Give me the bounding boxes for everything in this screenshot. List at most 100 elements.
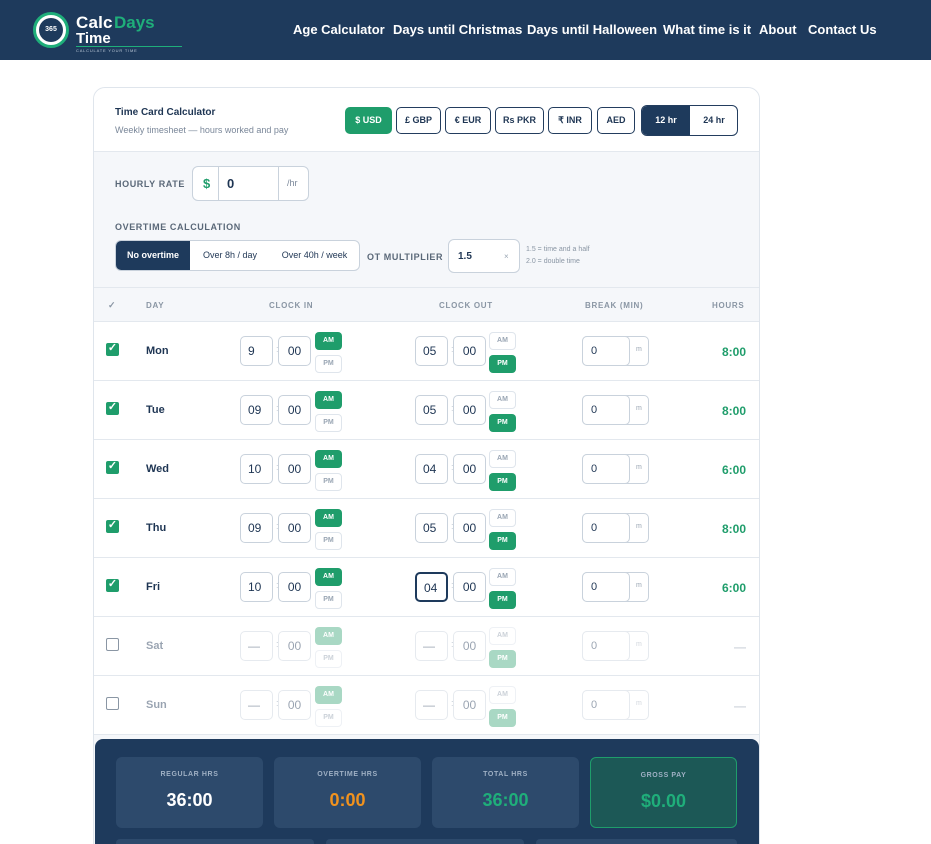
ot-multiplier-input[interactable]: 1.5 ×	[448, 239, 520, 273]
clock-out-hour-input[interactable]: 05	[415, 336, 448, 366]
clock-out-pm-button[interactable]: PM	[489, 532, 516, 550]
clock-out-pm-button[interactable]: PM	[489, 473, 516, 491]
clock-in-pm-button[interactable]: PM	[315, 414, 342, 432]
hourly-rate-field: $ 0 /hr	[192, 166, 309, 201]
currency-usd-button[interactable]: $ USD	[345, 107, 392, 134]
day-checkbox-fri[interactable]: ✓	[106, 578, 119, 592]
clock-out-hour-input[interactable]: 05	[415, 513, 448, 543]
clock-in-am-button[interactable]: AM	[315, 509, 342, 527]
clock-in-hour-input[interactable]: 09	[240, 395, 273, 425]
nav-days-until-christmas[interactable]: Days until Christmas	[393, 22, 522, 37]
summary-panel: REGULAR HRS 36:00 OVERTIME HRS 0:00 TOTA…	[95, 739, 759, 844]
clock-out-am-button[interactable]: AM	[489, 332, 516, 350]
clock-in-hour-input[interactable]: 09	[240, 513, 273, 543]
clock-out-pm-button[interactable]: PM	[489, 591, 516, 609]
clock-in-minute-input[interactable]: 00	[278, 395, 311, 425]
clock-in-hour-input[interactable]: —	[240, 631, 273, 661]
clock-out-hour-input[interactable]: —	[415, 631, 448, 661]
currency-gbp-button[interactable]: £ GBP	[396, 107, 441, 134]
clock-out-minute-input[interactable]: 00	[453, 572, 486, 602]
nav-contact-us[interactable]: Contact Us	[808, 22, 877, 37]
day-checkbox-tue[interactable]: ✓	[106, 401, 119, 415]
break-minutes-input[interactable]: 0	[582, 572, 630, 602]
format-12hr-button[interactable]: 12 hr	[642, 106, 690, 135]
site-logo[interactable]: 365 Calc Days Time CALCULATE YOUR TIME	[33, 10, 183, 53]
clock-out-minute-input[interactable]: 00	[453, 336, 486, 366]
clock-out-pm-button[interactable]: PM	[489, 650, 516, 668]
clock-in-hour-input[interactable]: 9	[240, 336, 273, 366]
break-minutes-field: 0m	[582, 690, 649, 720]
break-minutes-input[interactable]: 0	[582, 513, 630, 543]
clock-in-minute-input[interactable]: 00	[278, 690, 311, 720]
break-minutes-input[interactable]: 0	[582, 336, 630, 366]
over-8h-day-button[interactable]: Over 8h / day	[190, 241, 270, 270]
no-overtime-button[interactable]: No overtime	[116, 241, 190, 270]
clock-in-am-button[interactable]: AM	[315, 568, 342, 586]
clock-in-minute-input[interactable]: 00	[278, 572, 311, 602]
clock-in-pm-button[interactable]: PM	[315, 473, 342, 491]
clock-in-pm-button[interactable]: PM	[315, 709, 342, 727]
break-minutes-input[interactable]: 0	[582, 690, 630, 720]
time-card-calculator: Time Card Calculator Weekly timesheet — …	[93, 87, 760, 844]
clear-icon[interactable]: ×	[504, 252, 509, 261]
clock-out-pm-button[interactable]: PM	[489, 709, 516, 727]
top-navigation-bar: 365 Calc Days Time CALCULATE YOUR TIME A…	[0, 0, 931, 60]
clock-in-am-button[interactable]: AM	[315, 450, 342, 468]
currency-inr-button[interactable]: ₹ INR	[548, 107, 592, 134]
nav-about[interactable]: About	[759, 22, 797, 37]
timesheet-row-mon: ✓Mon9:00AMPM05:00AMPM0m8:00	[94, 322, 759, 381]
clock-out-minute-input[interactable]: 00	[453, 513, 486, 543]
clock-out-minute-input[interactable]: 00	[453, 395, 486, 425]
clock-out-pm-button[interactable]: PM	[489, 414, 516, 432]
clock-out-am-button[interactable]: AM	[489, 391, 516, 409]
clock-in-minute-input[interactable]: 00	[278, 454, 311, 484]
nav-days-until-halloween[interactable]: Days until Halloween	[527, 22, 657, 37]
clock-out-am-button[interactable]: AM	[489, 627, 516, 645]
nav-what-time-is-it[interactable]: What time is it	[663, 22, 751, 37]
nav-age-calculator[interactable]: Age Calculator	[293, 22, 385, 37]
row-hours: —	[734, 640, 746, 654]
clock-in-pm-button[interactable]: PM	[315, 650, 342, 668]
clock-out-minute-input[interactable]: 00	[453, 631, 486, 661]
clock-in-minute-input[interactable]: 00	[278, 631, 311, 661]
hourly-rate-input[interactable]: 0	[218, 166, 279, 201]
clock-in-am-button[interactable]: AM	[315, 332, 342, 350]
clock-in-pm-button[interactable]: PM	[315, 591, 342, 609]
clock-out-hour-input[interactable]: —	[415, 690, 448, 720]
break-minutes-input[interactable]: 0	[582, 395, 630, 425]
clock-out-pm-button[interactable]: PM	[489, 355, 516, 373]
clock-in-minute-input[interactable]: 00	[278, 513, 311, 543]
clock-in-hour-input[interactable]: —	[240, 690, 273, 720]
clock-out-hour-input[interactable]: 05	[415, 395, 448, 425]
clock-out-am-button[interactable]: AM	[489, 509, 516, 527]
clock-in-minute-input[interactable]: 00	[278, 336, 311, 366]
over-40h-week-button[interactable]: Over 40h / week	[270, 241, 359, 270]
day-checkbox-sun[interactable]	[106, 697, 119, 710]
currency-eur-button[interactable]: € EUR	[445, 107, 491, 134]
clock-in-am-button[interactable]: AM	[315, 391, 342, 409]
day-checkbox-wed[interactable]: ✓	[106, 460, 119, 474]
currency-pkr-button[interactable]: Rs PKR	[495, 107, 544, 134]
day-checkbox-sat[interactable]	[106, 638, 119, 651]
clock-out-am-button[interactable]: AM	[489, 450, 516, 468]
clock-in-pm-button[interactable]: PM	[315, 532, 342, 550]
clock-out-hour-input[interactable]: 04	[415, 572, 448, 602]
day-label: Wed	[146, 463, 170, 475]
clock-in-hour-input[interactable]: 10	[240, 454, 273, 484]
clock-out-minute-input[interactable]: 00	[453, 690, 486, 720]
break-minutes-input[interactable]: 0	[582, 631, 630, 661]
break-minutes-input[interactable]: 0	[582, 454, 630, 484]
clock-out-am-button[interactable]: AM	[489, 686, 516, 704]
clock-in-am-button[interactable]: AM	[315, 686, 342, 704]
clock-out-am-button[interactable]: AM	[489, 568, 516, 586]
clock-out-hour-input[interactable]: 04	[415, 454, 448, 484]
format-24hr-button[interactable]: 24 hr	[690, 106, 737, 135]
clock-in-am-button[interactable]: AM	[315, 627, 342, 645]
clock-out-minute-input[interactable]: 00	[453, 454, 486, 484]
clock-in-pm-button[interactable]: PM	[315, 355, 342, 373]
break-unit: m	[636, 464, 642, 471]
clock-in-hour-input[interactable]: 10	[240, 572, 273, 602]
day-checkbox-thu[interactable]: ✓	[106, 519, 119, 533]
currency-aed-button[interactable]: AED	[597, 107, 635, 134]
day-checkbox-mon[interactable]: ✓	[106, 342, 119, 356]
